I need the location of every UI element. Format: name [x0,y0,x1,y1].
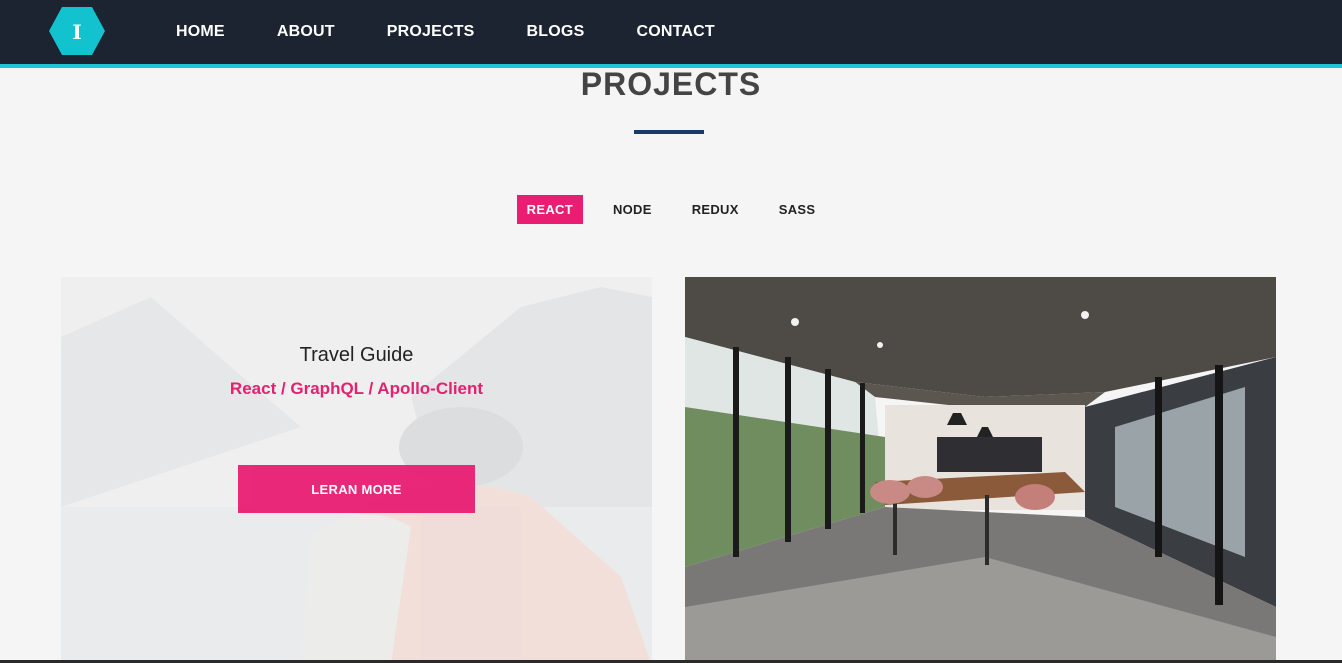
top-navbar: I HOME ABOUT PROJECTS BLOGS CONTACT [0,0,1342,68]
filter-react[interactable]: REACT [516,195,583,224]
filter-redux[interactable]: REDUX [682,195,749,224]
filter-node[interactable]: NODE [603,195,662,224]
logo-hexagon-icon[interactable]: I [48,6,106,56]
project-tags: React / GraphQL / Apollo-Client [229,379,484,398]
filter-sass[interactable]: SASS [769,195,826,224]
nav-link-contact[interactable]: CONTACT [636,23,714,41]
project-card-travel-guide[interactable]: Travel Guide React / GraphQL / Apollo-Cl… [61,277,652,663]
office-photo [685,277,1276,663]
project-filters: REACT NODE REDUX SASS [0,195,1342,224]
nav-link-blogs[interactable]: BLOGS [527,23,585,41]
nav-links: HOME ABOUT PROJECTS BLOGS CONTACT [176,0,767,64]
nav-link-projects[interactable]: PROJECTS [387,23,475,41]
nav-link-home[interactable]: HOME [176,23,225,41]
nav-link-about[interactable]: ABOUT [277,23,335,41]
project-card-office[interactable] [685,277,1276,663]
title-underline [634,130,704,134]
logo-letter: I [72,20,81,44]
project-title: Travel Guide [299,344,414,366]
learn-more-button[interactable]: LERAN MORE [238,465,475,513]
section-title: PROJECTS [580,66,762,102]
